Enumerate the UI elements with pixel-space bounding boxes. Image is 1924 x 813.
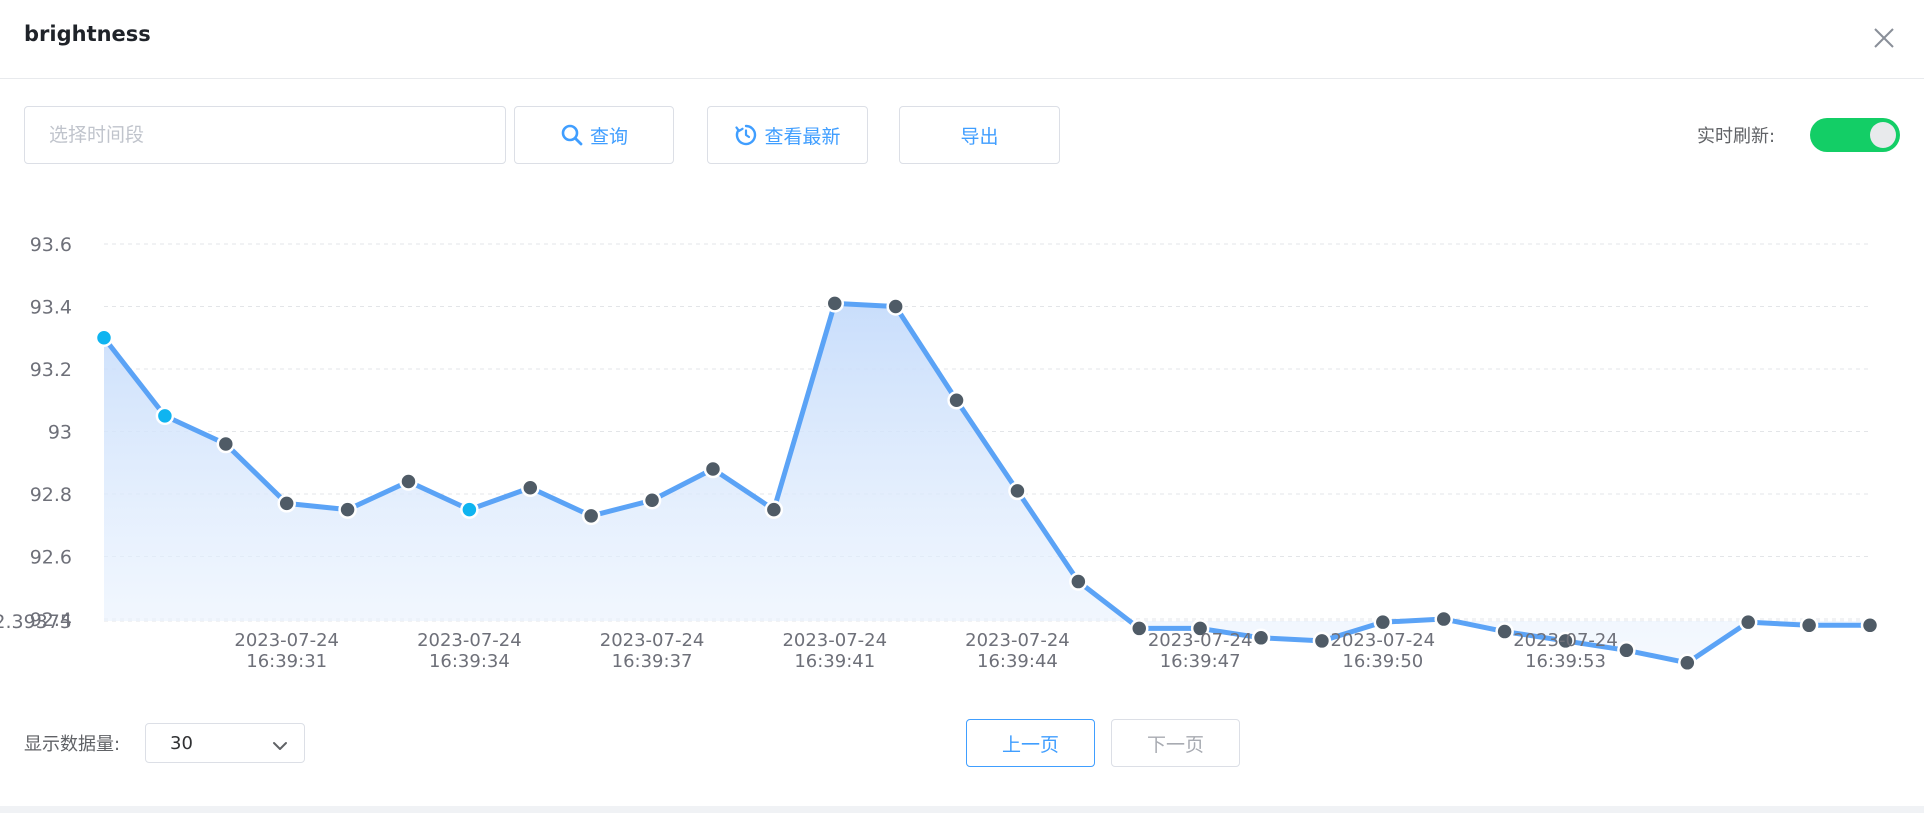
data-point [1434,609,1453,629]
data-count-value: 30 [170,733,193,754]
x-tick-time: 16:39:37 [612,651,693,672]
x-tick-time: 16:39:31 [246,651,327,672]
x-tick-time: 16:39:53 [1525,651,1606,672]
data-point [1678,653,1697,673]
time-range-input[interactable] [24,106,506,164]
data-point [947,391,966,410]
x-tick-time: 16:39:44 [977,651,1058,672]
data-point [1312,631,1332,651]
chart-svg: 92.3937592.492.692.89393.293.493.6 2023-… [0,234,1880,673]
data-point [460,500,479,519]
data-point [1799,616,1819,635]
next-page-button[interactable]: 下一页 [1111,719,1240,767]
x-tick-date: 2023-07-24 [782,630,887,651]
data-point [703,459,723,479]
data-point [155,406,175,426]
data-point [94,328,114,348]
x-tick-date: 2023-07-24 [1513,630,1618,651]
x-tick-date: 2023-07-24 [965,630,1070,651]
y-tick-label: 93.4 [30,297,72,319]
data-count-select[interactable]: 30 [145,723,305,763]
chart-area-fill [104,303,1870,663]
data-point [642,491,662,510]
data-point [1129,619,1149,638]
x-tick-date: 2023-07-24 [1331,630,1436,651]
data-point [1495,622,1514,641]
view-latest-label: 查看最新 [764,125,841,148]
x-tick-time: 16:39:47 [1160,651,1241,672]
realtime-refresh-label: 实时刷新: [1697,126,1776,147]
chevron-down-icon [272,737,288,756]
search-icon [560,123,584,147]
y-tick-label: 92.6 [30,547,72,569]
data-point [1738,612,1758,632]
data-point [1617,641,1636,660]
data-point [825,294,845,313]
data-point [216,434,236,454]
x-tick-date: 2023-07-24 [1148,630,1253,651]
export-button[interactable]: 导出 [899,106,1060,164]
toolbar: 查询 查看最新 导出 实时刷新: [0,106,1924,164]
y-tick-label: 92.8 [30,484,72,506]
prev-page-button[interactable]: 上一页 [966,719,1095,767]
close-icon[interactable] [1870,24,1898,52]
refresh-clock-icon [734,123,758,147]
dialog-title: brightness [24,22,151,46]
data-point [1373,612,1393,632]
data-point [1251,628,1271,648]
data-point [521,478,540,498]
y-tick-label: 93.6 [30,234,72,256]
x-tick-date: 2023-07-24 [600,630,705,651]
footer: 显示数据量: 30 上一页 下一页 [0,718,1924,768]
data-point [338,500,357,519]
x-tick-date: 2023-07-24 [417,630,522,651]
data-point [886,297,905,316]
x-tick-time: 16:39:50 [1342,651,1423,672]
data-point [399,472,418,491]
data-point [1069,572,1088,591]
data-point [581,506,601,526]
data-count-label: 显示数据量: [24,734,121,755]
export-button-label: 导出 [960,125,999,148]
y-tick-label: 93.2 [30,359,72,381]
brightness-chart: 92.3937592.492.692.89393.293.493.6 2023-… [0,220,1924,680]
data-point [1008,481,1027,501]
y-tick-label: 92.4 [30,609,72,631]
query-button-label: 查询 [589,125,628,148]
data-point [764,500,784,519]
toggle-knob [1870,122,1896,148]
prev-page-label: 上一页 [1001,733,1059,756]
data-point [1860,616,1880,635]
x-tick-time: 16:39:34 [429,651,510,672]
x-tick-date: 2023-07-24 [234,630,339,651]
dialog-header: brightness [0,0,1924,79]
x-tick-time: 16:39:41 [794,651,875,672]
next-page-label: 下一页 [1146,733,1204,756]
data-point [277,494,296,513]
query-button[interactable]: 查询 [514,106,674,164]
view-latest-button[interactable]: 查看最新 [707,106,868,164]
realtime-refresh-toggle[interactable] [1810,118,1900,152]
y-tick-label: 93 [48,422,72,444]
bottom-bar [0,806,1924,813]
